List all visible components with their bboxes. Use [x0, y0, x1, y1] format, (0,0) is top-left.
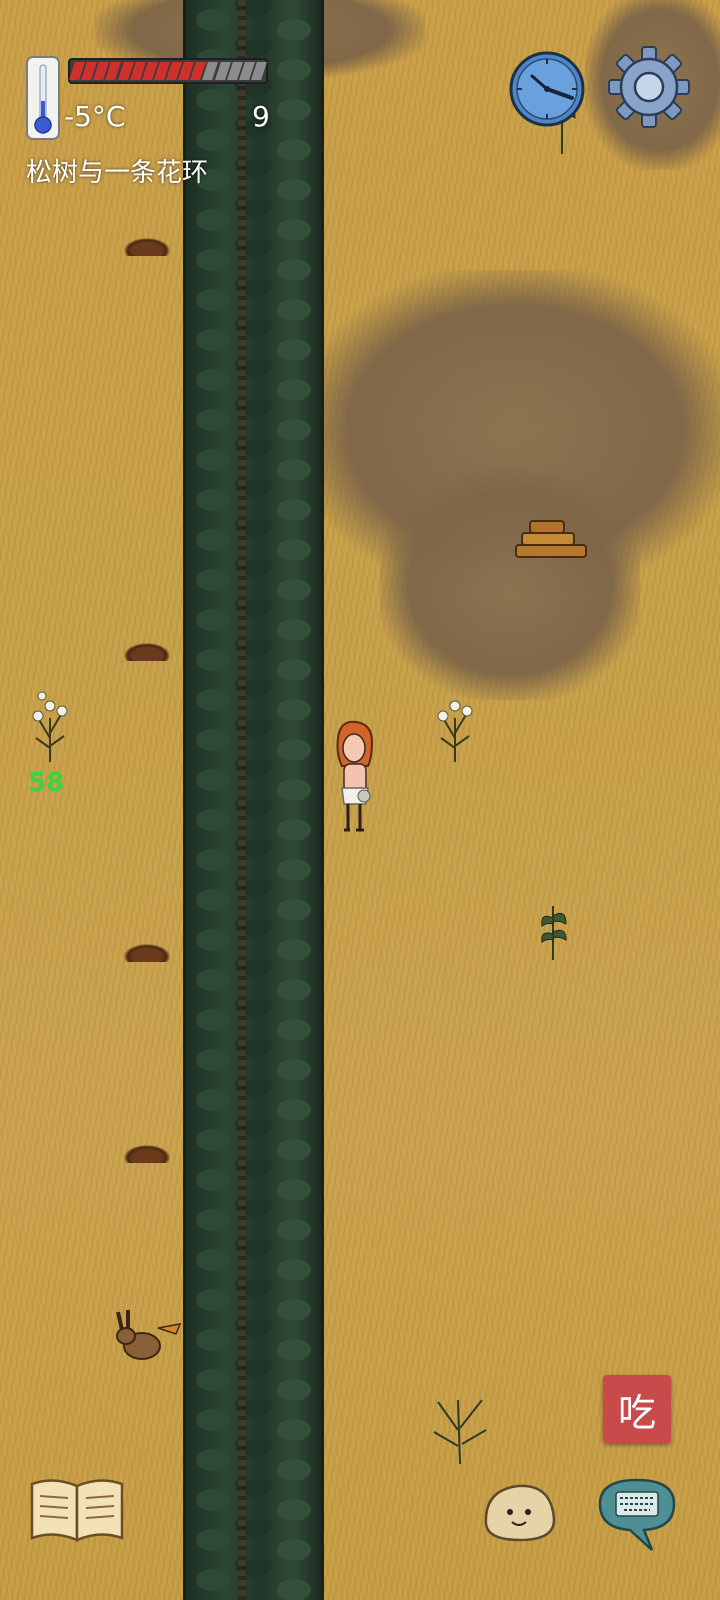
heat-value-label: 58 [28, 768, 65, 798]
settings-gear-icon[interactable] [608, 46, 690, 128]
sapling-plant[interactable] [532, 898, 574, 962]
dirt-mound[interactable] [124, 643, 170, 661]
keyboard-chat-icon[interactable] [594, 1474, 680, 1554]
firewood-pile[interactable] [512, 515, 590, 569]
recipe-book-icon[interactable] [28, 1474, 126, 1544]
temperature-label: -5°C [64, 100, 126, 133]
hovered-object-label: 松树与一条花环 [26, 158, 209, 188]
emote-face-icon[interactable] [480, 1480, 558, 1544]
rabbit-animal[interactable] [112, 1308, 184, 1370]
wildflower-plant[interactable] [28, 688, 72, 764]
thermometer-icon [26, 56, 60, 140]
pine-trunk-line [238, 0, 246, 1600]
eat-button[interactable]: 吃 [603, 1375, 671, 1443]
dirt-mound[interactable] [124, 1145, 170, 1163]
food-meter [68, 58, 268, 84]
food-count-label: 9 [252, 100, 270, 133]
wildflower-plant[interactable] [433, 688, 477, 764]
pine-tree-row[interactable] [183, 0, 324, 1600]
dirt-mound[interactable] [124, 944, 170, 962]
dirt-mound[interactable] [124, 238, 170, 256]
player-character[interactable] [328, 718, 380, 836]
clock-icon[interactable] [508, 50, 586, 128]
wild-grass-plant[interactable] [428, 1390, 492, 1466]
dirt-patch-lower [380, 470, 640, 700]
game-world[interactable] [0, 0, 720, 1600]
